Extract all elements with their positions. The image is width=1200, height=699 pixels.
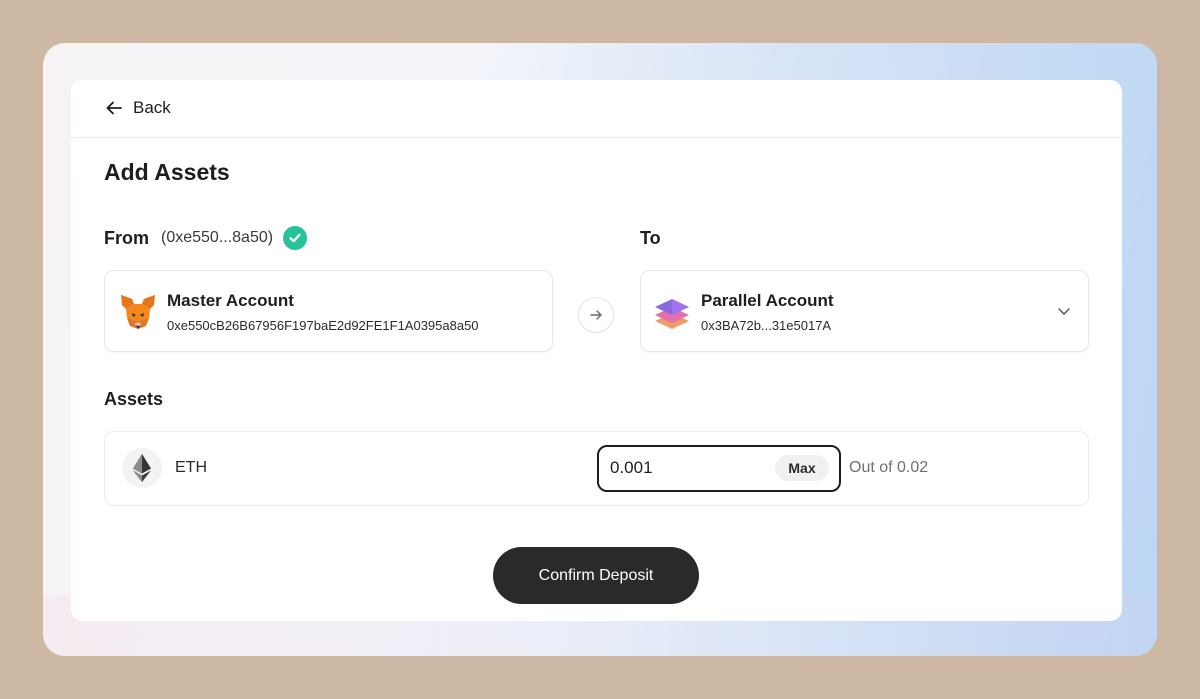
chevron-down-icon [1058, 308, 1070, 315]
from-account-address: 0xe550cB26B67956F197baE2d92FE1F1A0395a8a… [167, 318, 479, 333]
arrow-right-icon [590, 310, 602, 320]
from-address-short: (0xe550...8a50) [161, 229, 274, 246]
from-label: From [104, 227, 149, 248]
to-account-address: 0x3BA72b...31e5017A [701, 318, 832, 333]
metamask-fox-icon [121, 295, 155, 329]
arrow-left-icon [106, 101, 122, 115]
asset-symbol: ETH [175, 459, 207, 476]
direction-arrow-button [578, 297, 614, 333]
top-bar: Back [71, 80, 1122, 138]
from-account-name: Master Account [167, 291, 294, 310]
amount-field: Max [597, 445, 841, 492]
max-button[interactable]: Max [775, 455, 829, 481]
confirm-deposit-button[interactable]: Confirm Deposit [493, 547, 699, 604]
check-circle-icon [283, 226, 308, 250]
to-account-name: Parallel Account [701, 291, 834, 310]
amount-input[interactable] [610, 456, 760, 480]
back-label: Back [133, 98, 171, 117]
back-button[interactable]: Back [105, 98, 171, 118]
parallel-layers-icon [655, 299, 689, 329]
from-account-card: Master Account 0xe550cB26B67956F197baE2d… [104, 270, 553, 352]
add-assets-panel: Back Add Assets From (0xe550...8a50) To … [71, 80, 1122, 621]
asset-row: ETH Max Out of 0.02 [104, 431, 1089, 506]
assets-label: Assets [104, 389, 164, 409]
ethereum-icon [122, 448, 162, 488]
to-account-selector[interactable]: Parallel Account 0x3BA72b...31e5017A [640, 270, 1089, 352]
from-header: From (0xe550...8a50) [104, 226, 308, 250]
balance-text: Out of 0.02 [849, 459, 929, 476]
to-label: To [640, 228, 661, 248]
page-title: Add Assets [104, 159, 230, 185]
